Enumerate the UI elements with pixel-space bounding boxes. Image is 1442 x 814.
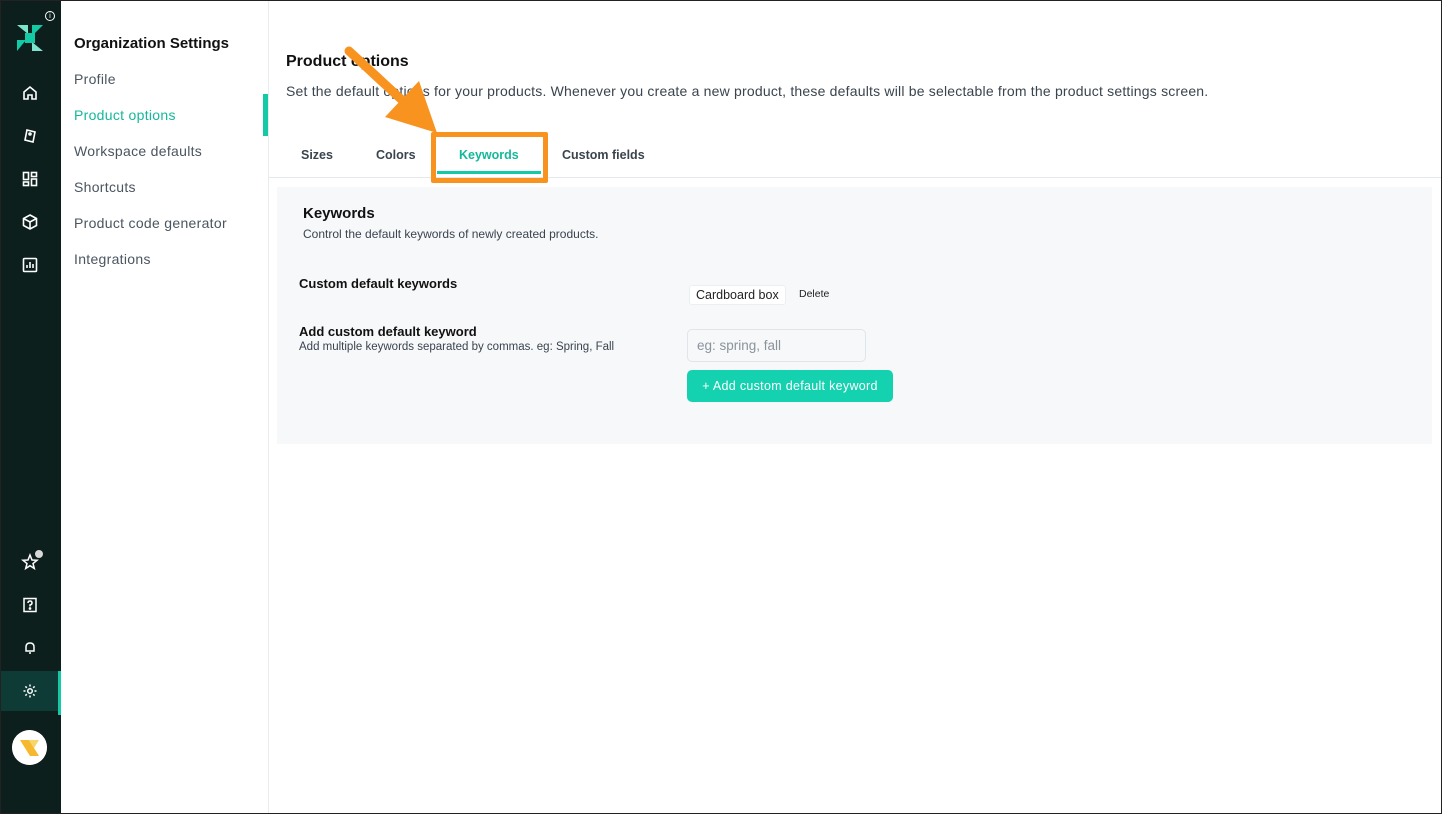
dashboard-icon[interactable] (1, 159, 58, 199)
custom-keywords-label: Custom default keywords (299, 276, 458, 291)
tab-custom-fields[interactable]: Custom fields (562, 137, 645, 177)
arrow-annotation-icon (344, 46, 437, 133)
notification-dot (35, 550, 43, 558)
sidebar-item-profile[interactable]: Profile (74, 71, 116, 87)
keywords-title: Keywords (303, 205, 375, 222)
sidebar-item-integrations[interactable]: Integrations (74, 251, 151, 267)
sidebar-active-indicator (263, 94, 268, 136)
tab-sizes[interactable]: Sizes (301, 137, 333, 177)
tab-colors[interactable]: Colors (376, 137, 416, 177)
star-icon[interactable] (1, 542, 58, 582)
delete-keyword-button[interactable]: Delete (799, 288, 829, 300)
app-logo-icon[interactable] (15, 23, 45, 53)
info-icon[interactable]: i (45, 11, 55, 21)
sidebar-item-product-options[interactable]: Product options (74, 107, 176, 123)
settings-sidebar: Organization Settings Profile Product op… (61, 1, 269, 813)
add-keyword-button[interactable]: + Add custom default keyword (687, 370, 893, 402)
main-content: Product options Set the default options … (269, 1, 1441, 813)
home-icon[interactable] (1, 73, 58, 113)
avatar[interactable] (12, 730, 47, 765)
keywords-subtitle: Control the default keywords of newly cr… (303, 227, 599, 241)
box-icon[interactable] (1, 202, 58, 242)
sidebar-item-product-code-generator[interactable]: Product code generator (74, 215, 227, 231)
add-keyword-label: Add custom default keyword (299, 324, 477, 339)
help-icon[interactable] (1, 585, 58, 625)
bell-icon[interactable] (1, 628, 58, 668)
keyword-input[interactable] (687, 329, 866, 362)
sidebar-item-shortcuts[interactable]: Shortcuts (74, 179, 136, 195)
keywords-card: Keywords Control the default keywords of… (277, 187, 1432, 444)
gear-icon[interactable] (1, 671, 61, 715)
sidebar-title: Organization Settings (74, 35, 230, 52)
add-keyword-help: Add multiple keywords separated by comma… (299, 341, 615, 353)
icon-rail: i (1, 1, 61, 813)
app-window: i Organization Settings Profile Product … (0, 0, 1442, 814)
sidebar-item-workspace-defaults[interactable]: Workspace defaults (74, 143, 202, 159)
keyword-chip: Cardboard box (689, 285, 786, 305)
chart-icon[interactable] (1, 245, 58, 285)
tag-icon[interactable] (1, 116, 58, 156)
